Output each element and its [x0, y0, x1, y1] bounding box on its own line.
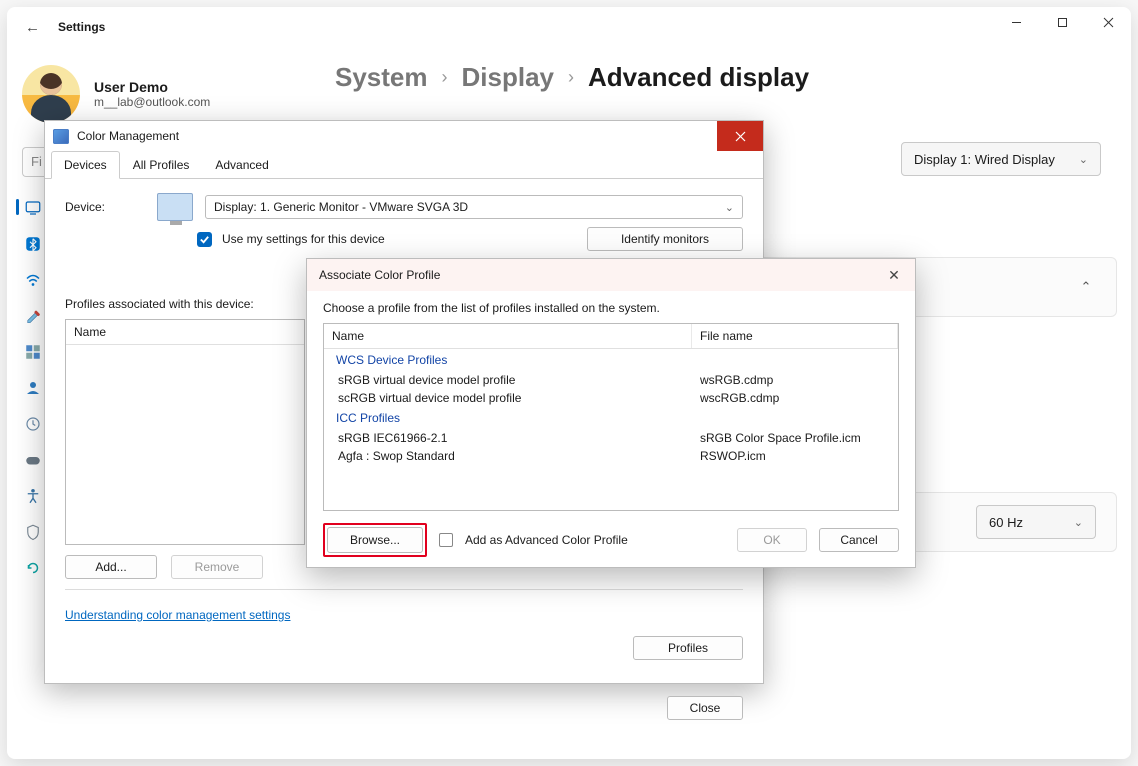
add-advanced-label: Add as Advanced Color Profile	[465, 533, 628, 547]
nav-personalization[interactable]	[22, 305, 44, 327]
titlebar: ← Settings	[7, 7, 105, 47]
profile-name: sRGB virtual device model profile	[324, 373, 692, 387]
profile-name: sRGB IEC61966-2.1	[324, 431, 692, 445]
browse-highlight: Browse...	[323, 523, 427, 557]
avatar	[22, 65, 80, 123]
device-label: Device:	[65, 200, 145, 214]
nav-apps[interactable]	[22, 341, 44, 363]
nav-bluetooth[interactable]	[22, 233, 44, 255]
chevron-up-icon: ⌃	[1076, 279, 1096, 295]
ok-button: OK	[737, 528, 807, 552]
profile-name: Agfa : Swop Standard	[324, 449, 692, 463]
chevron-right-icon: ›	[568, 67, 574, 88]
ap-titlebar: Associate Color Profile ✕	[307, 259, 915, 291]
add-button[interactable]: Add...	[65, 555, 157, 579]
cm-close-button[interactable]	[717, 121, 763, 151]
nav-system[interactable]	[22, 197, 44, 219]
associate-profile-dialog: Associate Color Profile ✕ Choose a profi…	[306, 258, 916, 568]
profile-file: wscRGB.cdmp	[692, 391, 898, 405]
device-select[interactable]: Display: 1. Generic Monitor - VMware SVG…	[205, 195, 743, 219]
settings-title: Settings	[58, 20, 105, 34]
breadcrumb-system[interactable]: System	[335, 62, 428, 93]
cm-tabs: Devices All Profiles Advanced	[45, 151, 763, 179]
close-button[interactable]	[1085, 7, 1131, 37]
nav-network[interactable]	[22, 269, 44, 291]
list-item[interactable]: scRGB virtual device model profile wscRG…	[324, 389, 898, 407]
ap-instruction: Choose a profile from the list of profil…	[323, 301, 899, 315]
breadcrumb-advanced: Advanced display	[588, 62, 809, 93]
assoc-profiles-list[interactable]: Name	[65, 319, 305, 545]
tab-devices[interactable]: Devices	[51, 151, 120, 179]
nav-update[interactable]	[22, 557, 44, 579]
profiles-button[interactable]: Profiles	[633, 636, 743, 660]
close-cm-button[interactable]: Close	[667, 696, 743, 720]
cancel-button[interactable]: Cancel	[819, 528, 899, 552]
nav-gaming[interactable]	[22, 449, 44, 471]
list-item[interactable]: Agfa : Swop Standard RSWOP.icm	[324, 447, 898, 465]
cm-titlebar: Color Management	[45, 121, 763, 151]
ap-close-button[interactable]: ✕	[885, 267, 903, 284]
profile-name: scRGB virtual device model profile	[324, 391, 692, 405]
nav-accessibility[interactable]	[22, 485, 44, 507]
list-item[interactable]: sRGB virtual device model profile wsRGB.…	[324, 371, 898, 389]
tab-advanced[interactable]: Advanced	[202, 151, 281, 178]
display-selector-label: Display 1: Wired Display	[914, 152, 1055, 167]
chevron-right-icon: ›	[442, 67, 448, 88]
device-select-value: Display: 1. Generic Monitor - VMware SVG…	[214, 200, 468, 214]
remove-button: Remove	[171, 555, 263, 579]
minimize-button[interactable]	[993, 7, 1039, 37]
user-name: User Demo	[94, 79, 210, 95]
use-my-settings-checkbox[interactable]	[197, 232, 212, 247]
nav-privacy[interactable]	[22, 521, 44, 543]
profile-file: RSWOP.icm	[692, 449, 898, 463]
chevron-down-icon: ⌄	[1074, 516, 1083, 529]
profile-file: sRGB Color Space Profile.icm	[692, 431, 898, 445]
col-name-header[interactable]: Name	[324, 324, 692, 348]
browse-button[interactable]: Browse...	[327, 527, 423, 553]
profile-file: wsRGB.cdmp	[692, 373, 898, 387]
display-selector[interactable]: Display 1: Wired Display ⌄	[901, 142, 1101, 176]
refresh-rate-value: 60 Hz	[989, 515, 1023, 530]
breadcrumb-display[interactable]: Display	[462, 62, 555, 93]
ap-title-label: Associate Color Profile	[319, 268, 440, 282]
use-my-settings-label: Use my settings for this device	[222, 232, 385, 246]
list-item[interactable]: sRGB IEC61966-2.1 sRGB Color Space Profi…	[324, 429, 898, 447]
nav-time[interactable]	[22, 413, 44, 435]
refresh-rate-select[interactable]: 60 Hz ⌄	[976, 505, 1096, 539]
chevron-down-icon: ⌄	[725, 201, 734, 214]
back-arrow-icon[interactable]: ←	[25, 19, 40, 36]
group-wcs: WCS Device Profiles	[324, 349, 898, 371]
breadcrumb: System › Display › Advanced display	[335, 62, 809, 93]
monitor-icon	[157, 193, 193, 221]
nav-accounts[interactable]	[22, 377, 44, 399]
window-controls	[993, 7, 1131, 37]
group-icc: ICC Profiles	[324, 407, 898, 429]
divider	[65, 589, 743, 590]
understanding-link[interactable]: Understanding color management settings	[65, 608, 290, 622]
maximize-button[interactable]	[1039, 7, 1085, 37]
user-email: m__lab@outlook.com	[94, 95, 210, 109]
profile-list[interactable]: Name File name WCS Device Profiles sRGB …	[323, 323, 899, 511]
user-block[interactable]: User Demo m__lab@outlook.com	[22, 65, 210, 123]
tab-all-profiles[interactable]: All Profiles	[120, 151, 203, 178]
chevron-down-icon: ⌄	[1079, 153, 1088, 166]
add-advanced-checkbox[interactable]	[439, 533, 453, 547]
assoc-name-column[interactable]: Name	[66, 320, 304, 345]
color-management-icon	[53, 129, 69, 144]
col-file-header[interactable]: File name	[692, 324, 898, 348]
identify-monitors-button[interactable]: Identify monitors	[587, 227, 743, 251]
cm-title-label: Color Management	[77, 129, 179, 143]
